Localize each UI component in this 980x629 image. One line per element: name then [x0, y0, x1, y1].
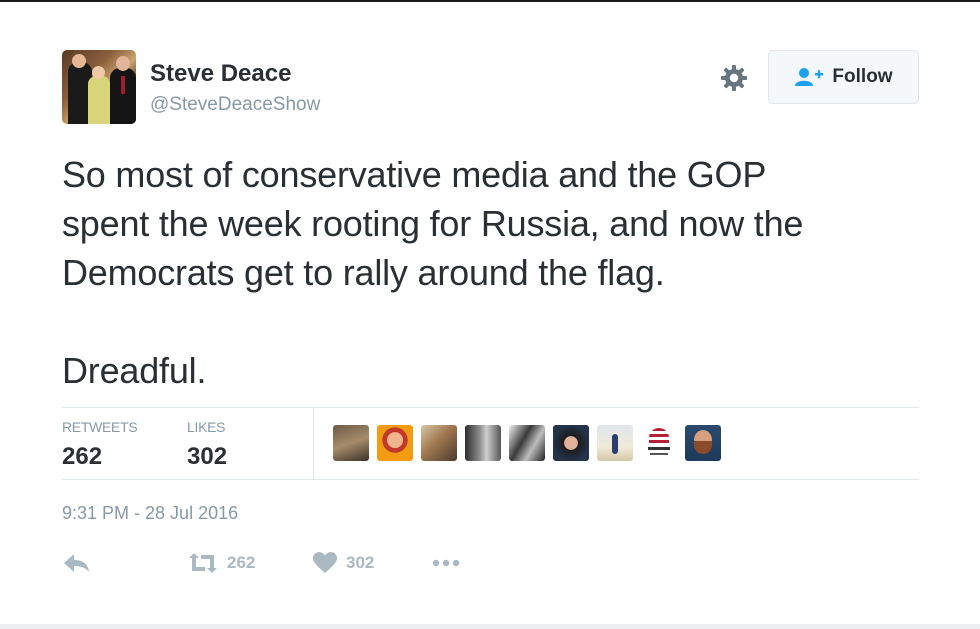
author-name[interactable]: Steve Deace [150, 60, 291, 88]
retweet-count: 262 [227, 553, 256, 572]
follow-label: Follow [832, 66, 893, 87]
tweet-text: So most of conservative media and the GO… [62, 154, 804, 391]
likes-count[interactable]: 302 [187, 443, 227, 471]
likes-label[interactable]: LIKES [187, 419, 226, 435]
heart-icon [313, 552, 337, 573]
liker-avatars [333, 425, 721, 461]
retweets-label[interactable]: RETWEETS [62, 419, 138, 435]
retweet-icon [189, 553, 217, 573]
liker-avatar-3[interactable] [421, 425, 457, 461]
liker-avatar-7[interactable] [597, 425, 633, 461]
reply-icon [64, 554, 89, 572]
more-icon [432, 559, 460, 567]
retweets-count[interactable]: 262 [62, 443, 102, 471]
follow-user-icon [795, 68, 824, 86]
liker-avatar-2[interactable] [377, 425, 413, 461]
tweet-card: Steve Deace @SteveDeaceShow Follow So mo… [0, 0, 980, 624]
liker-avatar-8[interactable] [641, 425, 677, 461]
follow-button[interactable]: Follow [768, 50, 919, 104]
author-avatar[interactable] [62, 50, 136, 124]
retweet-button[interactable]: 262 [187, 548, 255, 578]
like-count: 302 [346, 553, 375, 572]
stats-top-divider [62, 407, 919, 408]
liker-avatar-4[interactable] [465, 425, 501, 461]
reply-button[interactable] [62, 548, 92, 578]
like-button[interactable]: 302 [312, 548, 374, 578]
stats-vertical-divider [313, 407, 314, 479]
liker-avatar-5[interactable] [509, 425, 545, 461]
liker-avatar-1[interactable] [333, 425, 369, 461]
liker-avatar-6[interactable] [553, 425, 589, 461]
author-handle[interactable]: @SteveDeaceShow [150, 94, 320, 116]
gear-icon[interactable] [719, 63, 749, 93]
more-button[interactable] [431, 548, 463, 578]
stats-bottom-divider [62, 479, 919, 480]
tweet-timestamp[interactable]: 9:31 PM - 28 Jul 2016 [62, 503, 238, 524]
liker-avatar-9[interactable] [685, 425, 721, 461]
